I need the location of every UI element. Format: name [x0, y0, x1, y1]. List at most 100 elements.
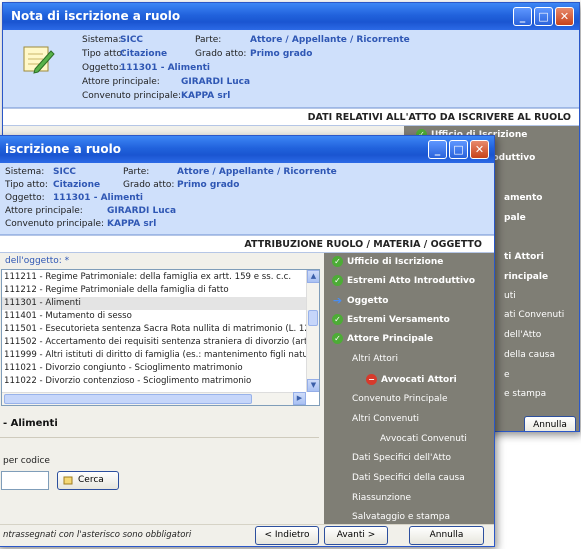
error-icon: −: [366, 374, 377, 385]
list-item[interactable]: 111502 - Accertamento dei requisiti sent…: [2, 336, 306, 349]
nav-item-label: Oggetto: [347, 295, 389, 306]
vertical-scroll-thumb[interactable]: [308, 310, 318, 326]
back-nav-item[interactable]: e: [504, 370, 510, 380]
back-nav-item[interactable]: ti Attori: [504, 252, 544, 262]
sistema-value: SICC: [53, 167, 77, 177]
grado-atto-label: Grado atto:: [195, 49, 247, 59]
back-nav-item[interactable]: ati Convenuti: [504, 310, 564, 320]
avanti-button[interactable]: Avanti >: [324, 526, 388, 545]
maximize-button[interactable]: □: [449, 140, 468, 159]
check-icon: ✓: [332, 314, 343, 325]
front-header: Sistema: SICC Parte: Attore / Appellante…: [0, 163, 494, 235]
sistema-label: Sistema:: [82, 35, 122, 45]
back-nav-item[interactable]: dell'Atto: [504, 330, 541, 340]
nav-item[interactable]: Dati Specifici della causa: [352, 473, 465, 483]
tipo-atto-value: Citazione: [53, 180, 101, 190]
search-icon: [63, 476, 73, 485]
nav-item[interactable]: ➔ Oggetto: [332, 294, 389, 307]
maximize-button[interactable]: □: [534, 7, 553, 26]
grado-atto-value: Primo grado: [177, 180, 240, 190]
horizontal-scrollbar[interactable]: ▶: [2, 392, 306, 405]
parte-value: Attore / Appellante / Ricorrente: [250, 35, 410, 45]
nav-item-label: Dati Specifici dell'Atto: [352, 453, 452, 463]
back-annulla-button[interactable]: Annulla: [524, 416, 576, 431]
list-item[interactable]: 111021 - Divorzio congiunto - Scioglimen…: [2, 362, 306, 375]
oggetto-label: Oggetto:: [5, 193, 45, 203]
nav-item-label: Estremi Versamento: [347, 314, 450, 325]
oggetto-value: 111301 - Alimenti: [120, 63, 210, 73]
scroll-down-icon[interactable]: ▼: [307, 379, 319, 392]
required-note: ntrassegnati con l'asterisco sono obblig…: [3, 530, 192, 540]
list-item[interactable]: 111501 - Esecutorieta sentenza Sacra Rot…: [2, 323, 306, 336]
nav-item-label: Avvocati Attori: [381, 374, 457, 385]
nav-item-label: Altri Attori: [352, 354, 399, 364]
footer-bar: ntrassegnati con l'asterisco sono obblig…: [0, 524, 494, 546]
list-item[interactable]: 111999 - Altri istituti di diritto di fa…: [2, 349, 306, 362]
scroll-right-icon[interactable]: ▶: [293, 392, 306, 405]
sistema-value: SICC: [120, 35, 144, 45]
convenuto-value: KAPPA srl: [181, 91, 231, 101]
back-nav-item[interactable]: uti: [504, 291, 516, 301]
back-window-titlebar[interactable]: Nota di iscrizione a ruolo _ □ ✕: [3, 3, 579, 30]
grado-atto-label: Grado atto:: [123, 180, 175, 190]
list-item[interactable]: 111401 - Mutamento di sesso: [2, 310, 306, 323]
arrow-icon: ➔: [332, 294, 343, 307]
nav-item[interactable]: ✓ Ufficio di Iscrizione: [332, 256, 443, 267]
divider: [0, 437, 319, 438]
parte-value: Attore / Appellante / Ricorrente: [177, 167, 337, 177]
grado-atto-value: Primo grado: [250, 49, 313, 59]
back-nav-item[interactable]: rincipale: [504, 272, 548, 282]
list-item[interactable]: 111022 - Divorzio contenzioso - Scioglim…: [2, 375, 306, 388]
cerca-button[interactable]: Cerca: [57, 471, 119, 490]
vertical-scrollbar[interactable]: ▲ ▼: [306, 270, 319, 392]
oggetto-list: 111211 - Regime Patrimoniale: della fami…: [2, 271, 306, 388]
nav-item[interactable]: Riassunzione: [352, 493, 411, 503]
minimize-button[interactable]: _: [428, 140, 447, 159]
attore-label: Attore principale:: [5, 206, 83, 216]
nav-item[interactable]: Convenuto Principale: [352, 394, 448, 404]
back-nav-item[interactable]: amento: [504, 193, 542, 203]
nav-item-label: Salvataggio e stampa: [352, 512, 451, 522]
edit-note-icon: [23, 46, 55, 74]
nav-item-label: Ufficio di Iscrizione: [347, 256, 444, 267]
indietro-button[interactable]: < Indietro: [255, 526, 319, 545]
horizontal-scroll-thumb[interactable]: [4, 394, 252, 404]
check-icon: ✓: [332, 333, 343, 344]
annulla-button[interactable]: Annulla: [409, 526, 484, 545]
back-header: Sistema: SICC Parte: Attore / Appellante…: [3, 30, 579, 108]
tipo-atto-label: Tipo atto:: [82, 49, 125, 59]
nav-item[interactable]: Avvocati Convenuti: [380, 434, 467, 444]
nav-item[interactable]: ✓ Attore Principale: [332, 333, 433, 344]
codice-input[interactable]: [1, 471, 49, 490]
nav-item[interactable]: Altri Attori: [352, 354, 398, 364]
nav-item[interactable]: ✓ Estremi Versamento: [332, 314, 450, 325]
nav-item[interactable]: Salvataggio e stampa: [352, 512, 450, 522]
cerca-label: Cerca: [78, 475, 104, 485]
close-button[interactable]: ✕: [555, 7, 574, 26]
nav-item-label: Dati Specifici della causa: [352, 473, 465, 483]
front-nav-panel: ✓ Ufficio di Iscrizione ✓ Estremi Atto Intr…: [324, 253, 494, 526]
nav-item[interactable]: − Avvocati Attori: [366, 374, 457, 385]
back-window-title: Nota di iscrizione a ruolo: [11, 9, 181, 23]
parte-label: Parte:: [123, 167, 150, 177]
list-item[interactable]: 111211 - Regime Patrimoniale: della fami…: [2, 271, 306, 284]
tipo-atto-label: Tipo atto:: [5, 180, 48, 190]
back-nav-item[interactable]: e stampa: [504, 389, 546, 399]
minimize-button[interactable]: _: [513, 7, 532, 26]
per-codice-label: per codice: [3, 456, 50, 466]
oggetto-listbox[interactable]: 111211 - Regime Patrimoniale: della fami…: [1, 269, 320, 406]
front-window-titlebar[interactable]: iscrizione a ruolo _ □ ✕: [0, 136, 494, 163]
front-section-title: ATTRIBUZIONE RUOLO / MATERIA / OGGETTO: [0, 235, 494, 253]
close-button[interactable]: ✕: [470, 140, 489, 159]
nav-item[interactable]: ✓ Estremi Atto Introduttivo: [332, 275, 475, 286]
front-window: iscrizione a ruolo _ □ ✕ Sistema: SICC P…: [0, 135, 495, 547]
nav-item[interactable]: Dati Specifici dell'Atto: [352, 453, 451, 463]
scroll-up-icon[interactable]: ▲: [307, 270, 319, 283]
back-nav-item[interactable]: pale: [504, 213, 526, 223]
back-nav-item[interactable]: della causa: [504, 350, 555, 360]
check-icon: ✓: [332, 275, 343, 286]
nav-item-label: Avvocati Convenuti: [380, 434, 467, 444]
list-item[interactable]: 111301 - Alimenti: [2, 297, 306, 310]
list-item[interactable]: 111212 - Regime Patrimoniale della famig…: [2, 284, 306, 297]
nav-item[interactable]: Altri Convenuti: [352, 414, 419, 424]
